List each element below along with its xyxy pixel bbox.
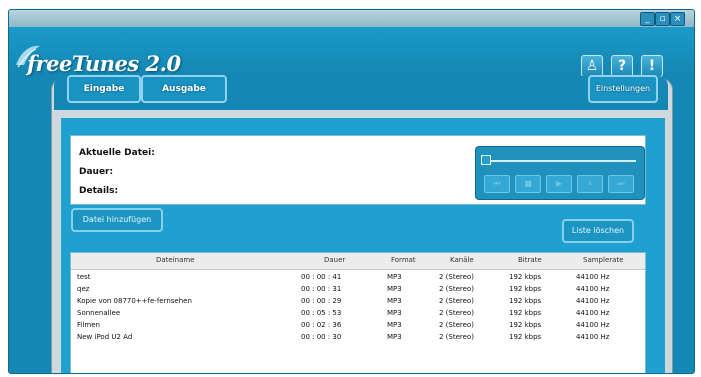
pause-button[interactable]: ⏸: [577, 175, 603, 193]
add-file-button[interactable]: Datei hinzufügen: [71, 208, 163, 232]
cell-dateiname: Filmen: [77, 321, 100, 329]
cell-bitrate: 192 kbps: [509, 309, 542, 317]
stop-button[interactable]: ■: [515, 175, 541, 193]
cell-kanaele: 2 (Stereo): [439, 321, 474, 329]
cell-bitrate: 192 kbps: [509, 321, 542, 329]
cell-kanaele: 2 (Stereo): [439, 309, 474, 317]
delete-list-button[interactable]: Liste löschen: [562, 219, 634, 243]
details-label: Details:: [79, 186, 119, 196]
column-header-format[interactable]: Format: [391, 256, 416, 264]
cell-samplerate: 44100 Hz: [576, 273, 610, 281]
play-button[interactable]: ▶: [546, 175, 572, 193]
duration-label: Dauer:: [79, 167, 114, 177]
cell-format: MP3: [387, 273, 402, 281]
cell-dauer: 00 : 00 : 29: [301, 297, 342, 305]
close-button[interactable]: ×: [670, 12, 685, 26]
cell-bitrate: 192 kbps: [509, 297, 542, 305]
tab-eingabe[interactable]: Eingabe: [67, 75, 141, 103]
cell-dateiname: test: [77, 273, 91, 281]
cell-samplerate: 44100 Hz: [576, 309, 610, 317]
cell-kanaele: 2 (Stereo): [439, 273, 474, 281]
cell-samplerate: 44100 Hz: [576, 333, 610, 341]
cell-dauer: 00 : 00 : 41: [301, 273, 342, 281]
header: freeTunes 2.0 ♙ ? !: [9, 27, 694, 77]
app-logo: freeTunes 2.0: [27, 51, 181, 76]
table-row[interactable]: Sonnenallee 00 : 05 : 53 MP3 2 (Stereo) 192 …: [71, 309, 645, 321]
column-header-dauer[interactable]: Dauer: [324, 256, 345, 264]
cell-format: MP3: [387, 285, 402, 293]
minimize-button[interactable]: _: [640, 12, 655, 26]
table-row[interactable]: Kopie von 08770++fe-fernsehen 00 : 00 : 2…: [71, 297, 645, 309]
table-header: Dateiname Dauer Format Kanäle Bitrate Sa…: [71, 253, 645, 270]
tab-ausgabe[interactable]: Ausgabe: [141, 75, 227, 103]
column-header-dateiname[interactable]: Dateiname: [156, 256, 195, 264]
cell-dauer: 00 : 05 : 53: [301, 309, 342, 317]
cell-format: MP3: [387, 321, 402, 329]
cell-samplerate: 44100 Hz: [576, 297, 610, 305]
info-icon[interactable]: !: [641, 55, 663, 77]
table-row[interactable]: Filmen 00 : 02 : 36 MP3 2 (Stereo) 192 kbps 4…: [71, 321, 645, 333]
help-icon[interactable]: ?: [611, 55, 633, 77]
player-controls: ⏮ ■ ▶ ⏸ ⏭: [475, 146, 645, 200]
cell-kanaele: 2 (Stereo): [439, 333, 474, 341]
current-file-label: Aktuelle Datei:: [79, 148, 155, 158]
table-row[interactable]: test 00 : 00 : 41 MP3 2 (Stereo) 192 kbps 441…: [71, 273, 645, 285]
cell-kanaele: 2 (Stereo): [439, 285, 474, 293]
cell-dateiname: New iPod U2 Ad: [77, 333, 133, 341]
column-header-samplerate[interactable]: Samplerate: [583, 256, 623, 264]
table-row[interactable]: qez 00 : 00 : 31 MP3 2 (Stereo) 192 kbps 4410…: [71, 285, 645, 297]
cell-dauer: 00 : 00 : 31: [301, 285, 342, 293]
next-button[interactable]: ⏭: [608, 175, 634, 193]
cell-dauer: 00 : 00 : 30: [301, 333, 342, 341]
cell-dauer: 00 : 02 : 36: [301, 321, 342, 329]
column-header-bitrate[interactable]: Bitrate: [518, 256, 542, 264]
cell-dateiname: Kopie von 08770++fe-fernsehen: [77, 297, 192, 305]
title-bar: _ ▫ ×: [9, 10, 694, 27]
cell-dateiname: Sonnenallee: [77, 309, 121, 317]
cell-samplerate: 44100 Hz: [576, 321, 610, 329]
app-window: _ ▫ × freeTunes 2.0 ♙ ? ! Eingabe Ausgab…: [8, 9, 695, 374]
cell-bitrate: 192 kbps: [509, 273, 542, 281]
previous-button[interactable]: ⏮: [484, 175, 510, 193]
settings-button[interactable]: Einstellungen: [588, 75, 658, 103]
column-header-kanaele[interactable]: Kanäle: [450, 256, 474, 264]
progress-slider-knob[interactable]: [481, 155, 491, 165]
cell-bitrate: 192 kbps: [509, 285, 542, 293]
table-row[interactable]: New iPod U2 Ad 00 : 00 : 30 MP3 2 (Stereo) 1…: [71, 333, 645, 345]
maximize-button[interactable]: ▫: [655, 12, 670, 26]
user-icon[interactable]: ♙: [581, 55, 603, 77]
progress-slider-track[interactable]: [484, 160, 636, 162]
cell-kanaele: 2 (Stereo): [439, 297, 474, 305]
cell-format: MP3: [387, 333, 402, 341]
cell-bitrate: 192 kbps: [509, 333, 542, 341]
cell-format: MP3: [387, 309, 402, 317]
cell-dateiname: qez: [77, 285, 90, 293]
cell-samplerate: 44100 Hz: [576, 285, 610, 293]
cell-format: MP3: [387, 297, 402, 305]
file-table: Dateiname Dauer Format Kanäle Bitrate Sa…: [70, 252, 646, 373]
